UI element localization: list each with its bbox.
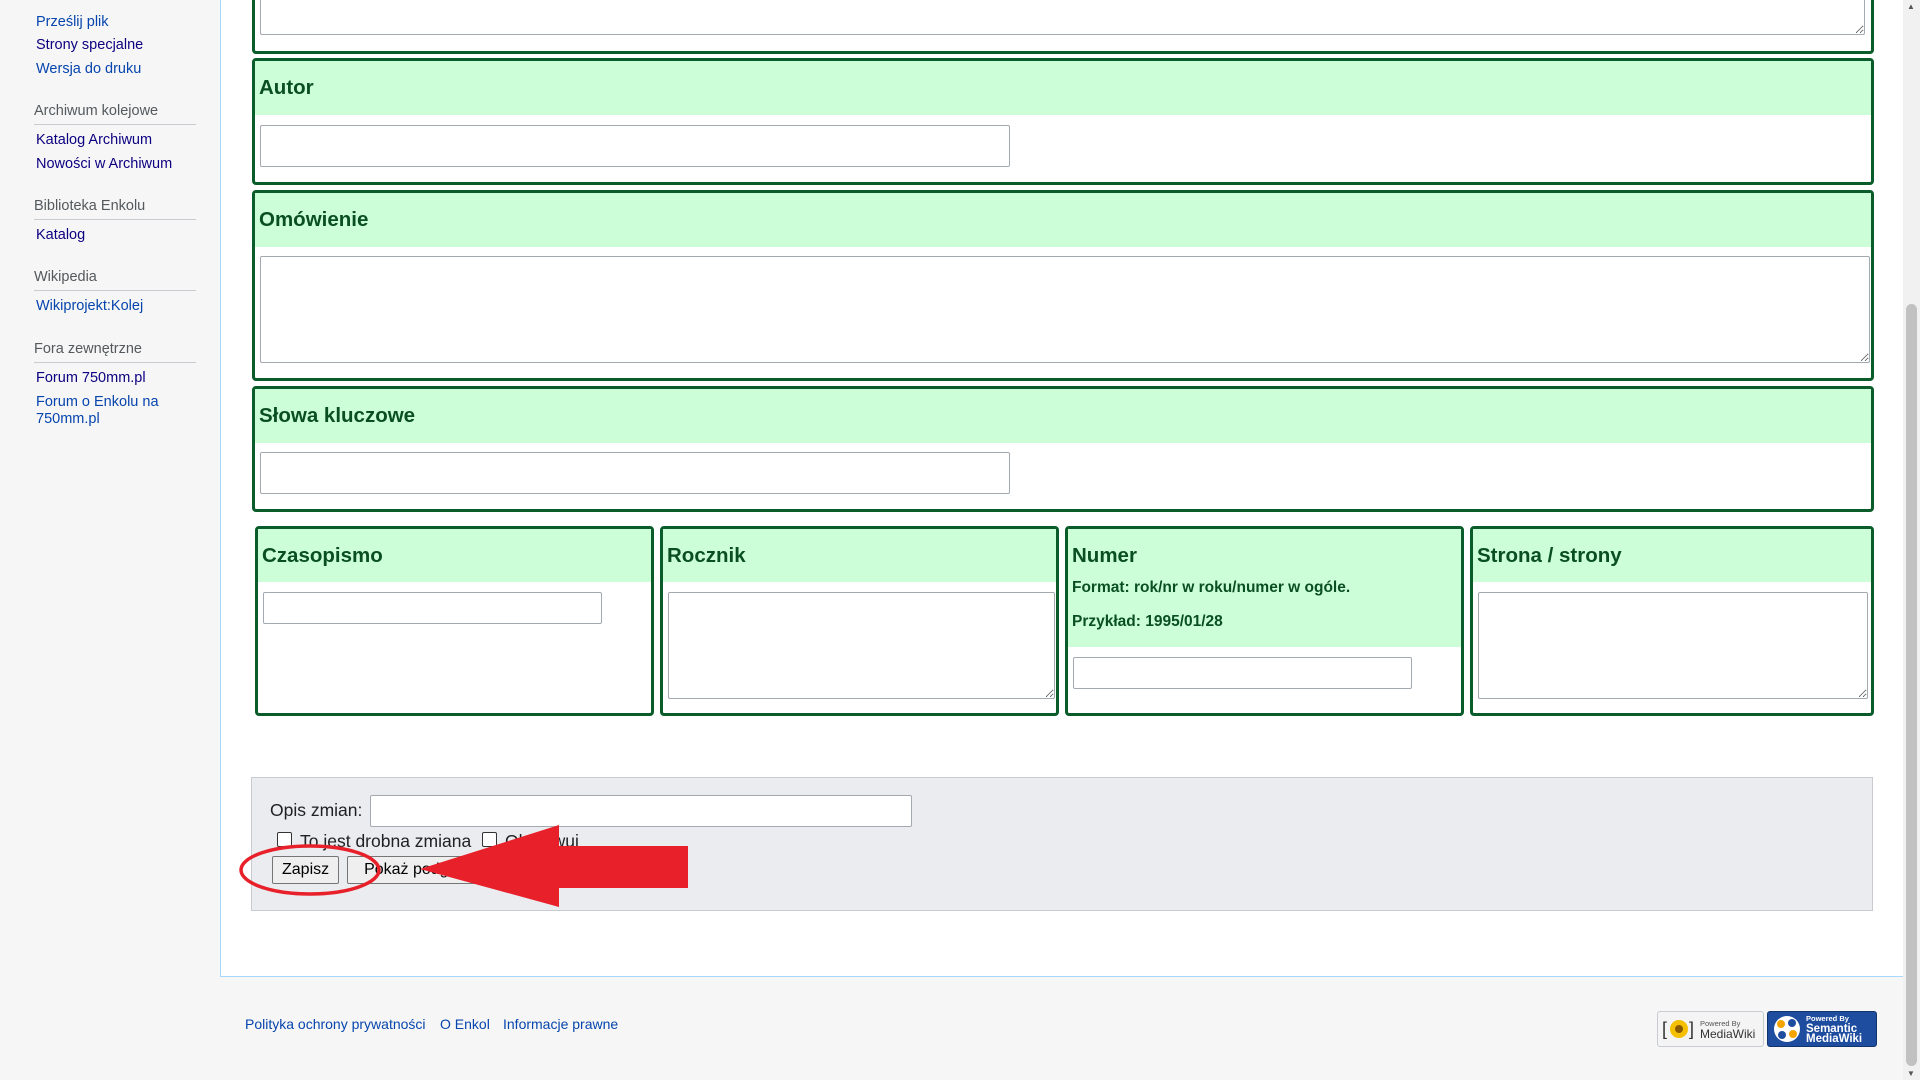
edit-options: Opis zmian: To jest drobna zmiana Obserw… xyxy=(251,777,1873,911)
sidebar-heading-railway-archive: Archiwum kolejowe xyxy=(34,103,196,125)
scrollbar-thumb[interactable] xyxy=(1906,304,1917,1066)
slowa-kluczowe-input[interactable] xyxy=(260,452,1010,494)
form-panel-strony: Strona / strony xyxy=(1470,526,1874,716)
sidebar-item-forum-enkol-750mm[interactable]: Forum o Enkolu na 750mm.pl xyxy=(36,394,186,428)
sidebar-item-printable-version[interactable]: Wersja do druku xyxy=(36,61,196,78)
form-panel-omowienie: Omówienie xyxy=(252,190,1874,381)
rocznik-label: Rocznik xyxy=(663,529,1056,582)
watch-label: Obserwuj xyxy=(505,831,579,851)
save-button[interactable]: Zapisz xyxy=(272,856,340,884)
mediawiki-sunflower-icon: [ ] xyxy=(1662,1019,1694,1039)
form-panel-rocznik: Rocznik xyxy=(660,526,1059,716)
form-panel-czasopismo: Czasopismo xyxy=(255,526,654,716)
scroll-down-arrow-icon[interactable]: ▼ xyxy=(1907,1069,1915,1078)
sidebar-item-forum-750mm[interactable]: Forum 750mm.pl xyxy=(36,370,196,387)
numer-input[interactable] xyxy=(1073,657,1412,689)
sidebar-heading-wikipedia: Wikipedia xyxy=(34,269,196,291)
sidebar-item-archive-news[interactable]: Nowości w Archiwum xyxy=(36,156,196,173)
form-panel-slowa-kluczowe: Słowa kluczowe xyxy=(252,386,1874,512)
rocznik-textarea[interactable] xyxy=(668,592,1055,699)
powered-by-mediawiki-badge[interactable]: [ ] Powered By MediaWiki xyxy=(1657,1011,1764,1047)
numer-example-note: Przykład: 1995/01/28 xyxy=(1072,613,1223,630)
sidebar-item-special-pages[interactable]: Strony specjalne xyxy=(36,37,196,54)
numer-label: Numer xyxy=(1072,544,1137,567)
slowa-kluczowe-label: Słowa kluczowe xyxy=(255,389,1871,443)
czasopismo-input[interactable] xyxy=(263,592,602,624)
czasopismo-label: Czasopismo xyxy=(258,529,651,582)
scroll-up-arrow-icon[interactable]: ▲ xyxy=(1907,2,1915,11)
svg-text:[: [ xyxy=(1662,1019,1667,1039)
sidebar-heading-enkol-library: Biblioteka Enkolu xyxy=(34,198,196,220)
omowienie-label: Omówienie xyxy=(255,193,1871,247)
sidebar-item-wikiproject-railway[interactable]: Wikiprojekt:Kolej xyxy=(36,298,196,315)
powered-by-semantic-mediawiki-badge[interactable]: Powered By Semantic MediaWiki xyxy=(1767,1011,1877,1047)
sidebar-item-catalog[interactable]: Katalog xyxy=(36,227,196,244)
footer-link-privacy[interactable]: Polityka ochrony prywatności xyxy=(245,1016,426,1032)
omowienie-textarea[interactable] xyxy=(260,256,1870,363)
autor-label: Autor xyxy=(255,61,1871,115)
watch-checkbox[interactable] xyxy=(482,832,497,847)
numer-header: Numer Format: rok/nr w roku/numer w ogól… xyxy=(1068,529,1461,647)
autor-input[interactable] xyxy=(260,125,1010,167)
form-panel-numer: Numer Format: rok/nr w roku/numer w ogól… xyxy=(1065,526,1464,716)
semantic-mediawiki-icon xyxy=(1774,1016,1800,1042)
summary-input[interactable] xyxy=(370,795,912,827)
footer-link-about[interactable]: O Enkol xyxy=(440,1016,490,1032)
vertical-scrollbar[interactable]: ▲ ▼ xyxy=(1903,0,1920,1080)
numer-format-note: Format: rok/nr w roku/numer w ogóle. xyxy=(1072,579,1351,596)
form-panel-autor: Autor xyxy=(252,58,1874,185)
minor-edit-checkbox[interactable] xyxy=(277,832,292,847)
preview-button[interactable]: Pokaż podgląd xyxy=(347,856,487,884)
sidebar: Prześlij plik Strony specjalne Wersja do… xyxy=(0,0,220,975)
strony-textarea[interactable] xyxy=(1478,592,1868,699)
strony-label: Strona / strony xyxy=(1473,529,1871,582)
smw-badge-bottom: MediaWiki xyxy=(1806,1033,1863,1045)
form-panel-previous xyxy=(252,0,1874,54)
footer-link-disclaimers[interactable]: Informacje prawne xyxy=(503,1016,618,1032)
svg-text:]: ] xyxy=(1689,1019,1694,1039)
sidebar-heading-external-forums: Fora zewnętrzne xyxy=(34,341,196,363)
sidebar-item-upload-file[interactable]: Prześlij plik xyxy=(36,14,196,31)
sidebar-item-archive-catalog[interactable]: Katalog Archiwum xyxy=(36,132,196,149)
minor-edit-label: To jest drobna zmiana xyxy=(300,831,472,851)
mediawiki-badge-bottom: MediaWiki xyxy=(1700,1027,1756,1041)
content-area: Autor Omówienie Słowa kluczowe Czasopism… xyxy=(220,0,1903,977)
previous-textarea[interactable] xyxy=(260,0,1865,35)
summary-label: Opis zmian: xyxy=(270,800,363,820)
